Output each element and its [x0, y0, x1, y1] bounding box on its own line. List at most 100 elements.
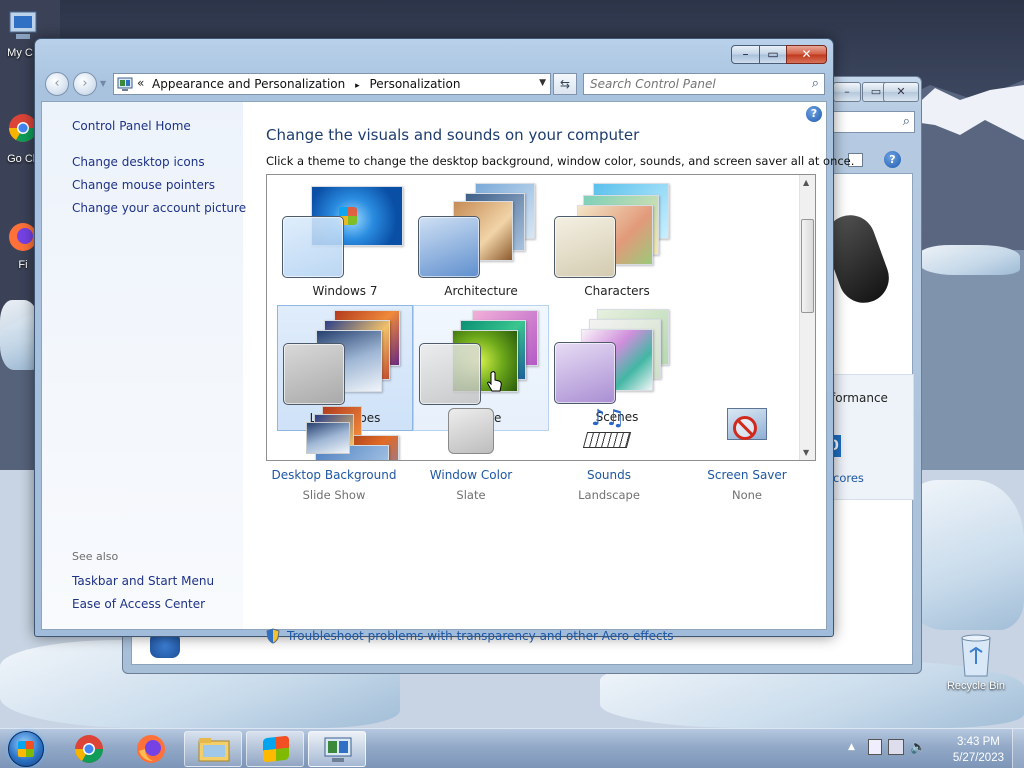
- taskbar-chrome[interactable]: [60, 731, 118, 767]
- scrollbar-thumb[interactable]: [801, 219, 814, 313]
- computer-icon: [9, 11, 37, 39]
- window-color-icon: [441, 406, 501, 456]
- theme-color-swatch: [282, 216, 344, 278]
- network-icon[interactable]: [888, 739, 904, 755]
- breadcrumb-personalization[interactable]: Personalization: [369, 77, 460, 91]
- theme-color-swatch: [283, 343, 345, 405]
- sounds-value: Landscape: [578, 488, 640, 502]
- change-account-picture-link[interactable]: Change your account picture: [72, 201, 246, 215]
- window-color-value: Slate: [456, 488, 486, 502]
- control-panel-icon: [117, 77, 133, 91]
- search-icon[interactable]: ⌕: [812, 76, 819, 91]
- volume-icon[interactable]: 🔈: [910, 740, 926, 755]
- search-icon: ⌕: [902, 114, 910, 129]
- theme-architecture[interactable]: Architecture: [413, 179, 549, 305]
- change-desktop-icons-link[interactable]: Change desktop icons: [72, 155, 205, 169]
- address-bar[interactable]: « Appearance and Personalization ▸ Perso…: [113, 73, 551, 95]
- system-tray: ▲ 🔈 3:43 PM 5/27/2023: [834, 729, 1024, 768]
- sounds-icon: ♪♫: [579, 406, 639, 456]
- taskbar-windows[interactable]: [246, 731, 304, 767]
- clock-date: 5/27/2023: [952, 752, 1004, 764]
- desktop-background-link[interactable]: Desktop Background: [264, 468, 404, 482]
- theme-windows-7[interactable]: Windows 7: [277, 179, 413, 305]
- close-button[interactable]: ✕: [786, 45, 827, 64]
- mouse-cursor-icon: [487, 371, 502, 392]
- theme-color-swatch: [419, 343, 481, 405]
- theme-characters[interactable]: Characters: [549, 179, 685, 305]
- theme-label: Characters: [584, 284, 650, 298]
- chrome-icon: [75, 735, 103, 763]
- folder-icon: [198, 738, 230, 762]
- windows-logo-icon: [18, 741, 34, 757]
- taskbar-file-explorer[interactable]: [184, 731, 242, 767]
- minimize-button[interactable]: –: [731, 45, 760, 64]
- breadcrumb-appearance[interactable]: Appearance and Personalization: [152, 77, 345, 91]
- bg-perf-text: formance: [831, 391, 888, 405]
- window-controls: – ▭ ✕: [731, 45, 827, 65]
- breadcrumb-separator-icon[interactable]: ▸: [355, 81, 360, 91]
- page-title: Change the visuals and sounds on your co…: [266, 126, 640, 144]
- bg-perf-panel: formance 0 scores: [822, 374, 914, 500]
- wallpaper-ice-1: [920, 245, 1020, 275]
- screen-saver-icon: [717, 406, 777, 456]
- clock-time: 3:43 PM: [957, 736, 1000, 748]
- control-panel-home-link[interactable]: Control Panel Home: [72, 119, 191, 133]
- see-also-heading: See also: [72, 550, 119, 563]
- address-dropdown-icon[interactable]: ▼: [539, 78, 546, 88]
- refresh-icon: ⇆: [559, 77, 571, 91]
- screen-saver-value: None: [731, 488, 762, 502]
- action-center-icon[interactable]: [868, 739, 882, 755]
- recycle-bin-icon: [961, 634, 991, 677]
- taskbar: ▲ 🔈 3:43 PM 5/27/2023: [0, 728, 1024, 768]
- help-icon[interactable]: ?: [806, 106, 822, 122]
- windows-flag-icon: [263, 735, 289, 763]
- taskbar-firefox[interactable]: [122, 731, 180, 767]
- desktop-background-value: Slide Show: [302, 488, 366, 502]
- start-button[interactable]: [8, 731, 44, 767]
- change-mouse-pointers-link[interactable]: Change mouse pointers: [72, 178, 215, 192]
- search-input[interactable]: [590, 74, 800, 94]
- window-color-link[interactable]: Window Color: [401, 468, 541, 482]
- desktop-background-setting[interactable]: Desktop Background Slide Show: [264, 406, 404, 502]
- show-hidden-icons-icon[interactable]: ▲: [848, 742, 855, 752]
- sounds-link[interactable]: Sounds: [539, 468, 679, 482]
- theme-color-swatch: [418, 216, 480, 278]
- refresh-button[interactable]: ⇆: [553, 73, 577, 95]
- bg-close-button[interactable]: ✕: [883, 82, 919, 102]
- shield-icon: [266, 628, 280, 644]
- personalization-window[interactable]: – ▭ ✕ ‹ › ▼ « Appearance and Personaliza…: [34, 38, 854, 644]
- window-color-setting[interactable]: Window Color Slate: [401, 406, 541, 502]
- desktop-background-icon: [304, 406, 364, 456]
- theme-color-swatch: [554, 216, 616, 278]
- forward-button[interactable]: ›: [73, 72, 97, 96]
- taskbar-start-menu-link[interactable]: Taskbar and Start Menu: [72, 574, 214, 588]
- clock[interactable]: 3:43 PM 5/27/2023: [953, 734, 1004, 766]
- search-box[interactable]: ⌕: [583, 73, 825, 95]
- recycle-bin-desktop-icon[interactable]: Recycle Bin: [938, 630, 1014, 692]
- desktop-icon-label: Recycle Bin: [946, 680, 1006, 692]
- sounds-setting[interactable]: ♪♫ Sounds Landscape: [539, 406, 679, 502]
- screen-saver-link[interactable]: Screen Saver: [677, 468, 817, 482]
- screen-saver-setting[interactable]: Screen Saver None: [677, 406, 817, 502]
- content-area: Control Panel Home Change desktop icons …: [41, 101, 854, 644]
- bg-search-box[interactable]: ⌕: [829, 111, 915, 133]
- ease-of-access-link[interactable]: Ease of Access Center: [72, 597, 205, 611]
- troubleshoot-link[interactable]: Troubleshoot problems with transparency …: [287, 629, 674, 643]
- theme-label: Architecture: [444, 284, 518, 298]
- control-panel-icon: [324, 737, 352, 762]
- theme-color-swatch: [554, 342, 616, 404]
- show-desktop-button[interactable]: [1012, 729, 1024, 768]
- firefox-icon: [137, 735, 165, 763]
- scroll-up-icon[interactable]: ▲: [803, 178, 809, 187]
- address-overflow[interactable]: «: [137, 76, 144, 90]
- bg-minimize-button[interactable]: –: [833, 82, 861, 102]
- left-pane: Control Panel Home Change desktop icons …: [42, 102, 246, 629]
- back-button[interactable]: ‹: [45, 72, 69, 96]
- page-subtitle: Click a theme to change the desktop back…: [266, 154, 855, 168]
- breadcrumb: Appearance and Personalization ▸ Persona…: [152, 77, 460, 91]
- maximize-button[interactable]: ▭: [759, 45, 787, 64]
- help-icon[interactable]: ?: [884, 151, 901, 168]
- taskbar-control-panel[interactable]: [308, 731, 366, 767]
- recent-pages-dropdown[interactable]: ▼: [100, 79, 106, 88]
- theme-label: Windows 7: [312, 284, 378, 298]
